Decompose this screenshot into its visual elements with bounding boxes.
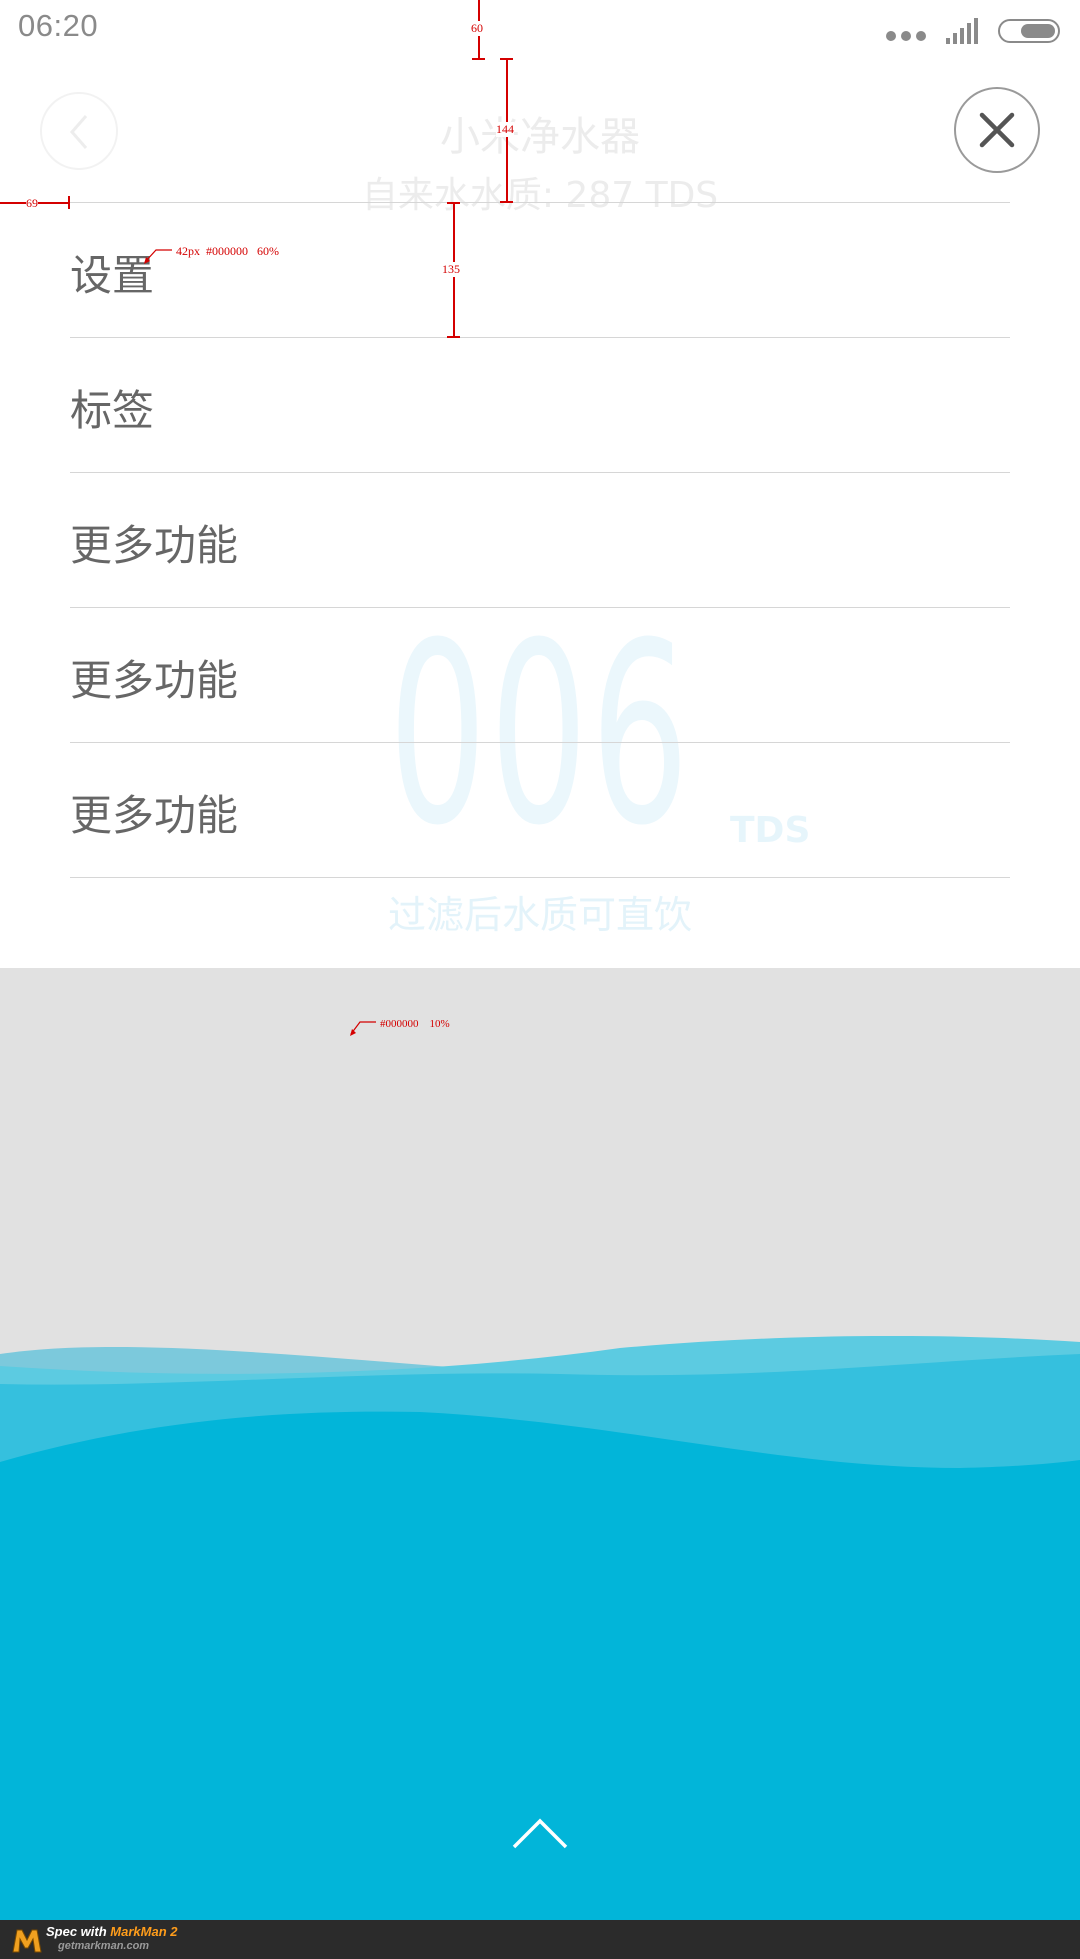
annotation-menu-font-spec: 42px #000000 60% bbox=[176, 244, 279, 258]
menu-item-more-features[interactable]: 更多功能 bbox=[70, 743, 1010, 878]
menu-item-label: 更多功能 bbox=[70, 655, 239, 705]
chevron-up-icon[interactable] bbox=[510, 1815, 570, 1851]
menu-item-tags[interactable]: 标签 bbox=[70, 338, 1010, 473]
annotation-row-height: 135 bbox=[442, 262, 460, 277]
annotation-line bbox=[472, 58, 485, 60]
close-icon bbox=[979, 112, 1015, 148]
menu-item-label: 更多功能 bbox=[70, 520, 239, 570]
annotation-left-margin: 69 bbox=[26, 196, 38, 211]
menu-item-more-features[interactable]: 更多功能 bbox=[70, 608, 1010, 743]
status-icons bbox=[886, 14, 1060, 48]
annotation-status-gap: 60 bbox=[471, 21, 483, 36]
menu-item-settings[interactable]: 设置 bbox=[70, 203, 1010, 338]
dim-backdrop[interactable] bbox=[0, 968, 1080, 1920]
markman-url: getmarkman.com bbox=[58, 1940, 150, 1952]
app-title: 小米净水器 bbox=[440, 114, 640, 160]
annotation-dim-spec: #000000 10% bbox=[380, 1018, 450, 1030]
annotation-line bbox=[68, 196, 70, 209]
annotation-line bbox=[447, 336, 460, 338]
filtered-water-note: 过滤后水质可直饮 bbox=[387, 893, 692, 937]
annotation-arrow bbox=[144, 249, 172, 264]
menu-list: 设置 标签 更多功能 更多功能 更多功能 bbox=[70, 202, 1010, 878]
markman-brand: Spec with MarkMan 2 bbox=[46, 1924, 178, 1939]
annotation-header-height: 144 bbox=[496, 122, 514, 137]
more-dots-icon bbox=[886, 21, 926, 41]
menu-item-label: 更多功能 bbox=[70, 790, 239, 840]
annotation-arrow bbox=[350, 1021, 376, 1036]
signal-icon bbox=[946, 18, 978, 44]
markman-logo-icon bbox=[12, 1929, 42, 1953]
battery-icon bbox=[998, 19, 1060, 43]
annotation-line bbox=[500, 201, 513, 203]
annotation-line bbox=[500, 58, 513, 60]
menu-item-more-features[interactable]: 更多功能 bbox=[70, 473, 1010, 608]
menu-item-label: 标签 bbox=[70, 385, 155, 435]
status-time: 06:20 bbox=[18, 8, 99, 43]
annotation-line bbox=[447, 202, 460, 204]
close-button[interactable] bbox=[954, 87, 1040, 173]
